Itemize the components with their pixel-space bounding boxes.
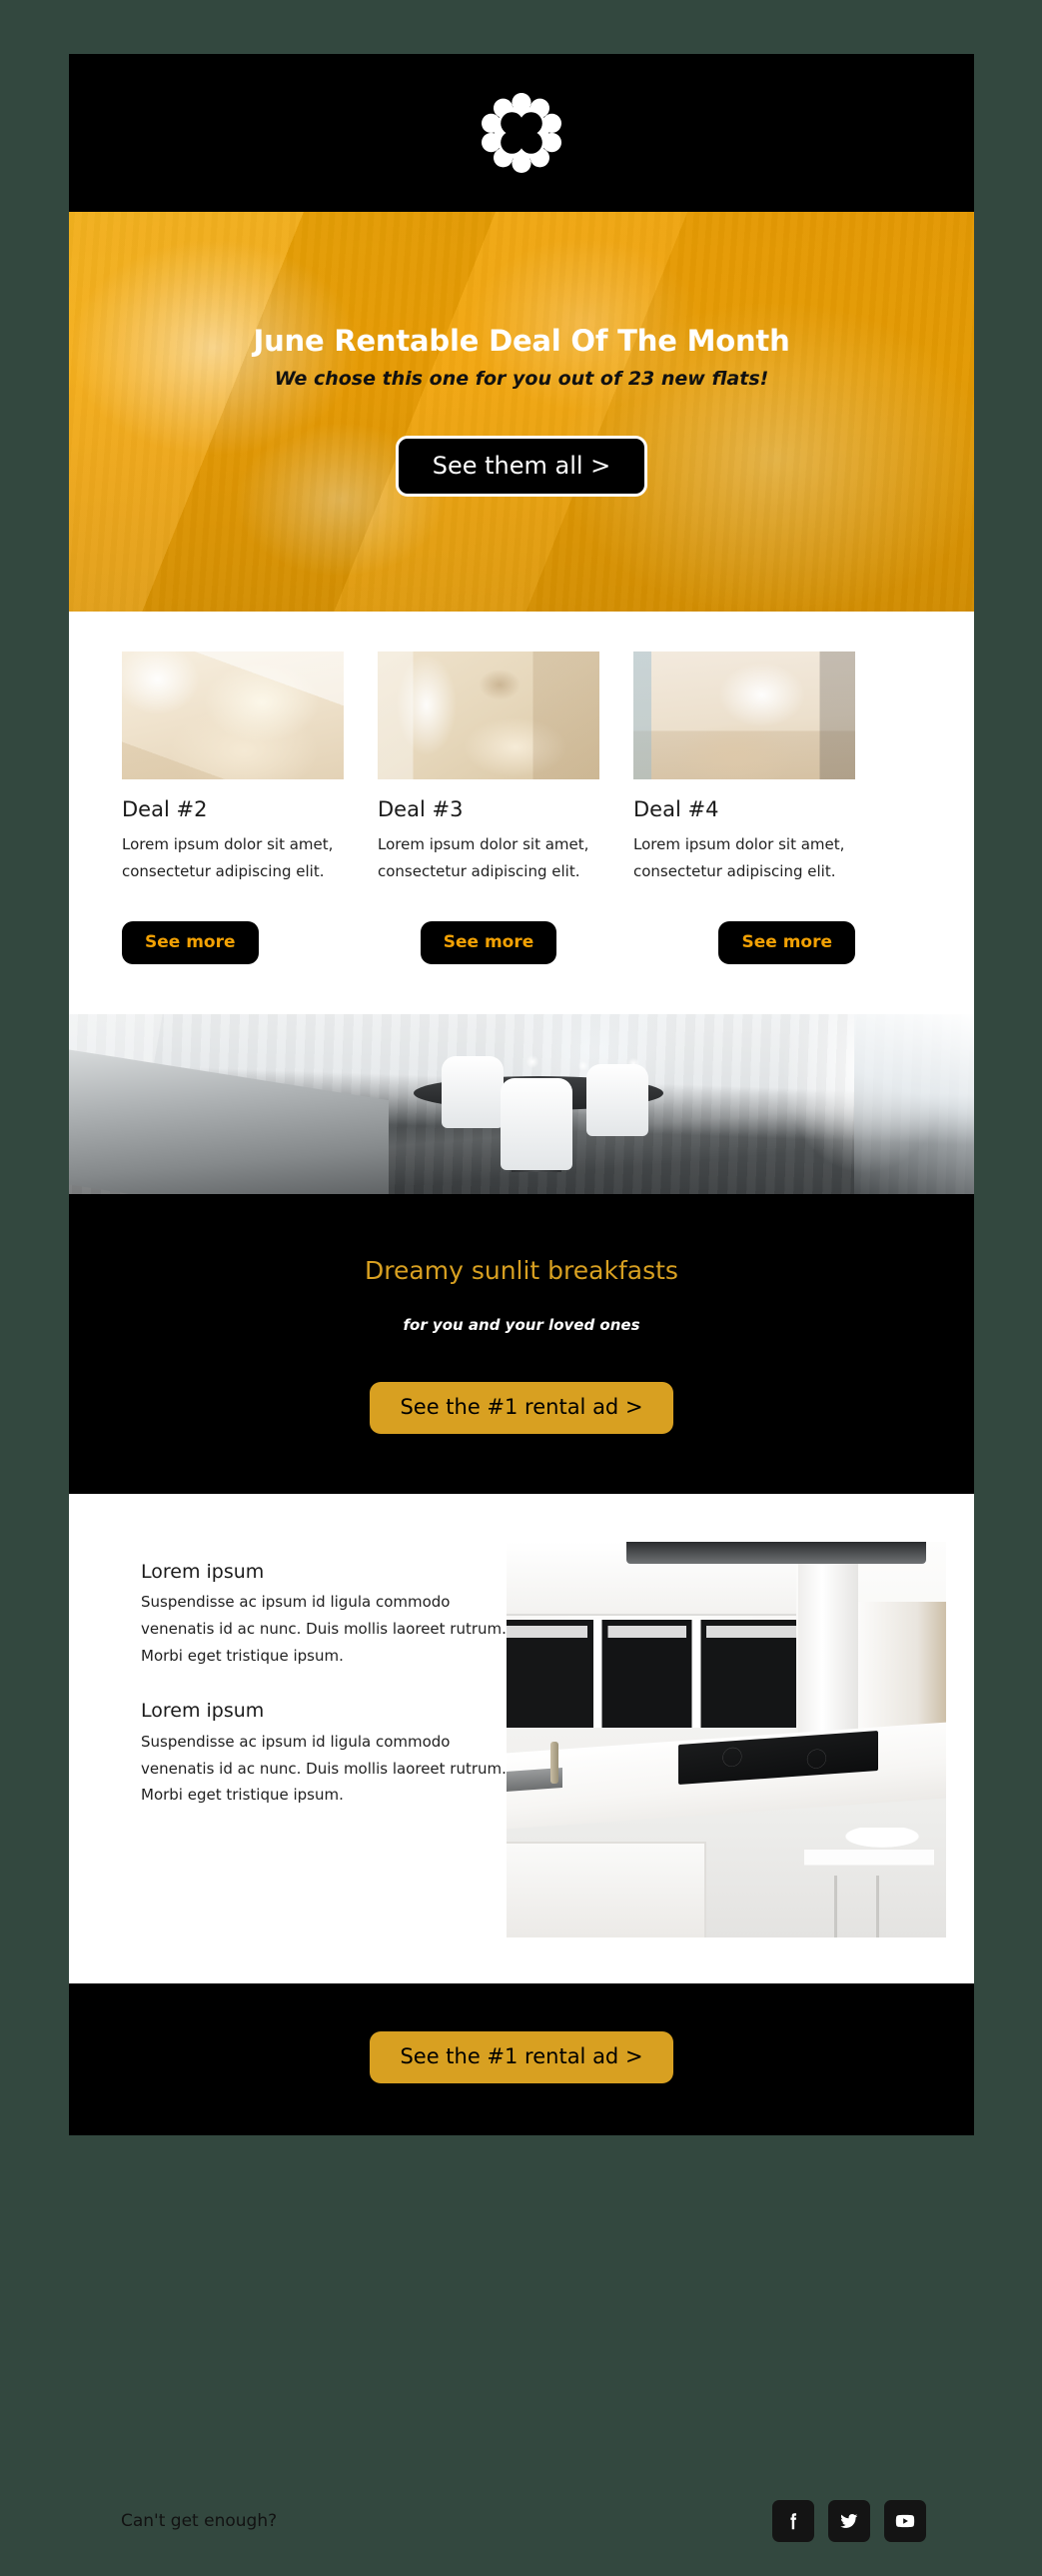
- see-more-button-deal-3[interactable]: See more: [420, 920, 557, 964]
- flower-scallop-logo-icon: [482, 93, 561, 173]
- content-section: Lorem ipsum Suspendisse ac ipsum id ligu…: [69, 1493, 974, 1983]
- facebook-icon: [782, 2510, 804, 2532]
- youtube-icon: [894, 2510, 916, 2532]
- kitchen-image: [507, 1541, 946, 1937]
- deal-title-2: Deal #2: [122, 797, 208, 821]
- see-more-button-deal-4[interactable]: See more: [718, 920, 855, 964]
- deal-thumbnail-3[interactable]: [378, 651, 599, 779]
- deal-button-cell-3: See more: [378, 920, 599, 964]
- email-footer: Can't get enough?: [69, 2466, 974, 2576]
- see-more-button-deal-2[interactable]: See more: [122, 920, 259, 964]
- deal-thumbnail-2[interactable]: [122, 651, 344, 779]
- deal-button-cell-4: See more: [633, 920, 855, 964]
- see-them-all-button[interactable]: See them all >: [395, 435, 648, 497]
- content-text-column: Lorem ipsum Suspendisse ac ipsum id ligu…: [69, 1542, 507, 1810]
- youtube-social-button[interactable]: [884, 2500, 926, 2542]
- hero-subtitle: We chose this one for you out of 23 new …: [274, 367, 769, 390]
- email-preview-canvas: June Rentable Deal Of The Month We chose…: [0, 0, 1042, 2576]
- deal-card-2: Deal #2 Lorem ipsum dolor sit amet, cons…: [122, 651, 344, 885]
- deal-title-4: Deal #4: [633, 797, 719, 821]
- deal-card-4: Deal #4 Lorem ipsum dolor sit amet, cons…: [633, 651, 855, 885]
- see-rental-ad-button-top[interactable]: See the #1 rental ad >: [370, 1381, 673, 1434]
- deals-row: Deal #2 Lorem ipsum dolor sit amet, cons…: [122, 651, 921, 885]
- facebook-social-button[interactable]: [772, 2500, 814, 2542]
- dark-promo-section: Dreamy sunlit breakfasts for you and you…: [69, 1193, 974, 1494]
- content-title-1: Lorem ipsum: [141, 1560, 265, 1583]
- bottom-cta-section: See the #1 rental ad >: [69, 1982, 974, 2135]
- deal-button-cell-2: See more: [122, 920, 344, 964]
- deal-thumbnail-4[interactable]: [633, 651, 855, 779]
- twitter-social-button[interactable]: [828, 2500, 870, 2542]
- see-rental-ad-button-bottom[interactable]: See the #1 rental ad >: [370, 2030, 673, 2083]
- deals-button-row: See more See more See more: [122, 920, 921, 964]
- dining-room-banner-image: [69, 1013, 974, 1194]
- dark-promo-title: Dreamy sunlit breakfasts: [365, 1255, 678, 1285]
- content-title-2: Lorem ipsum: [141, 1700, 265, 1723]
- footer-text: Can't get enough?: [121, 2511, 278, 2531]
- hero-title: June Rentable Deal Of The Month: [253, 324, 790, 358]
- deal-body-2: Lorem ipsum dolor sit amet, consectetur …: [122, 835, 334, 880]
- content-block-1: Lorem ipsum Suspendisse ac ipsum id ligu…: [141, 1560, 507, 1670]
- deal-card-3: Deal #3 Lorem ipsum dolor sit amet, cons…: [378, 651, 599, 885]
- email-body: June Rentable Deal Of The Month We chose…: [69, 54, 974, 2135]
- social-links: [772, 2500, 926, 2542]
- dark-promo-subtitle: for you and your loved ones: [403, 1315, 640, 1334]
- deal-body-4: Lorem ipsum dolor sit amet, consectetur …: [633, 835, 845, 880]
- deals-section: Deal #2 Lorem ipsum dolor sit amet, cons…: [69, 612, 974, 1014]
- hero-section: June Rentable Deal Of The Month We chose…: [69, 212, 974, 612]
- deal-body-3: Lorem ipsum dolor sit amet, consectetur …: [378, 835, 589, 880]
- deal-title-3: Deal #3: [378, 797, 464, 821]
- email-header: [69, 54, 974, 212]
- content-body-2: Suspendisse ac ipsum id ligula commodo v…: [141, 1733, 507, 1805]
- twitter-icon: [838, 2510, 860, 2532]
- content-body-1: Suspendisse ac ipsum id ligula commodo v…: [141, 1593, 507, 1665]
- content-block-2: Lorem ipsum Suspendisse ac ipsum id ligu…: [141, 1699, 507, 1809]
